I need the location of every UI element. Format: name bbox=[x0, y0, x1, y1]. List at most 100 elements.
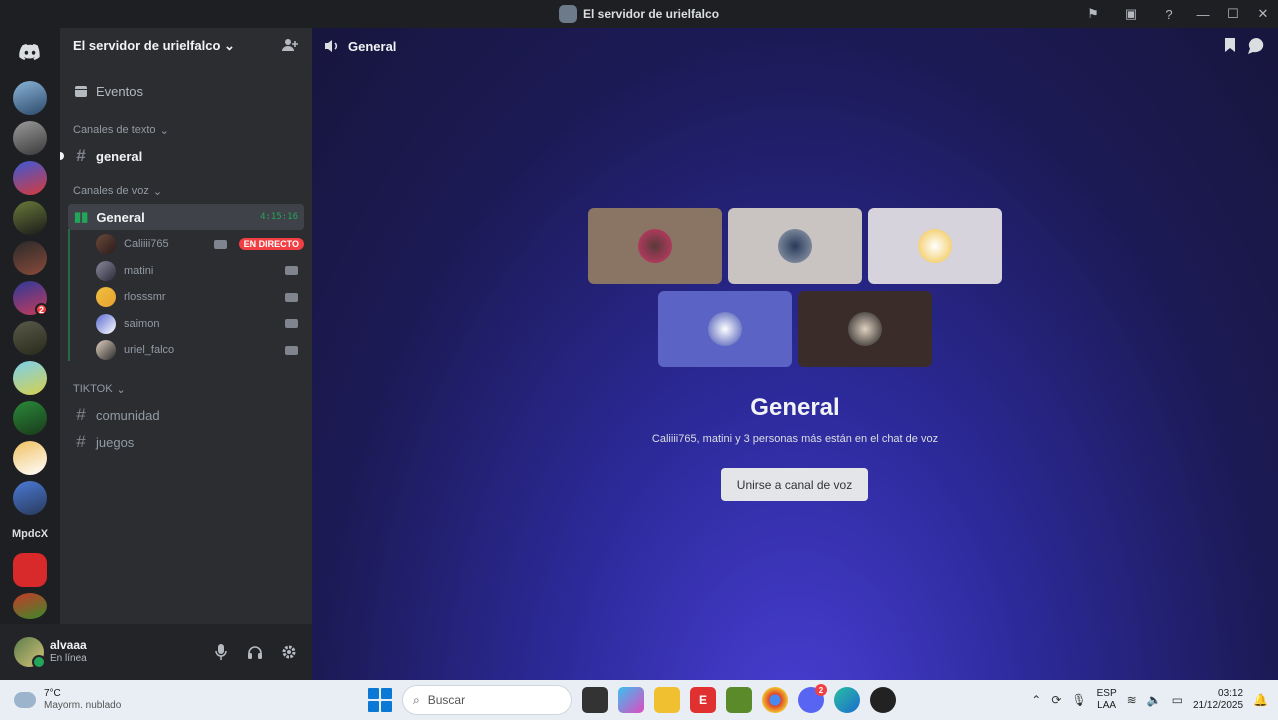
guild-icon-4[interactable] bbox=[13, 201, 47, 235]
voice-user-name: saimon bbox=[124, 317, 160, 330]
guild-icon-6[interactable]: 2 bbox=[13, 281, 48, 316]
participant-tile[interactable] bbox=[798, 291, 932, 367]
avatar bbox=[918, 229, 952, 263]
office-icon[interactable]: E bbox=[690, 687, 716, 713]
screen-share-icon[interactable]: ▣ bbox=[1112, 0, 1150, 28]
discord-home-button[interactable] bbox=[10, 34, 50, 70]
voice-user[interactable]: saimon bbox=[68, 311, 304, 337]
channel-comunidad[interactable]: # comunidad bbox=[68, 402, 304, 428]
notification-badge: 2 bbox=[815, 684, 827, 696]
guild-icon-3[interactable] bbox=[13, 161, 47, 195]
voice-user[interactable]: uriel_falco bbox=[68, 337, 304, 363]
voice-user[interactable]: matini bbox=[68, 258, 304, 284]
hash-icon: # bbox=[76, 405, 86, 424]
weather-temp: 7°C bbox=[44, 688, 61, 699]
taskbar-search[interactable]: ⌕ Buscar bbox=[402, 685, 572, 715]
notification-bell-icon[interactable]: 🔔 bbox=[1253, 693, 1268, 707]
windows-start-button[interactable] bbox=[368, 688, 392, 712]
category-voice[interactable]: Canales de voz ⌄ bbox=[60, 179, 312, 203]
channel-header: General bbox=[312, 28, 1278, 64]
guild-icon-13[interactable] bbox=[13, 593, 47, 619]
file-explorer-icon[interactable] bbox=[654, 687, 680, 713]
close-button[interactable]: ✕ bbox=[1248, 0, 1278, 28]
participant-tile[interactable] bbox=[728, 208, 862, 284]
wifi-icon[interactable]: ≋ bbox=[1127, 693, 1137, 707]
window-title: El servidor de urielfalco bbox=[558, 5, 719, 23]
avatar bbox=[96, 260, 116, 281]
guild-icon-10[interactable] bbox=[13, 441, 47, 475]
guild-icon-12[interactable] bbox=[13, 553, 47, 587]
headphones-icon[interactable] bbox=[240, 637, 270, 667]
participant-tile[interactable] bbox=[658, 291, 792, 367]
maximize-button[interactable]: ☐ bbox=[1218, 0, 1248, 28]
join-voice-button[interactable]: Unirse a canal de voz bbox=[721, 468, 868, 501]
guild-icon-8[interactable] bbox=[13, 361, 47, 395]
camera-icon bbox=[285, 345, 298, 355]
category-text-label: Canales de texto bbox=[73, 124, 156, 136]
guild-icon-9[interactable] bbox=[13, 401, 47, 435]
avatar bbox=[708, 312, 742, 346]
copilot-icon[interactable] bbox=[618, 687, 644, 713]
participant-tile[interactable] bbox=[588, 208, 722, 284]
volume-icon[interactable]: 🔈 bbox=[1147, 693, 1162, 707]
guild-icon-5[interactable] bbox=[13, 241, 47, 275]
participant-tile[interactable] bbox=[868, 208, 1002, 284]
chrome-icon[interactable] bbox=[762, 687, 788, 713]
guild-icon-1[interactable] bbox=[13, 81, 47, 115]
edge-icon[interactable] bbox=[834, 687, 860, 713]
voice-user[interactable]: rlosssmr bbox=[68, 284, 304, 310]
clock-time: 03:12 bbox=[1218, 687, 1244, 699]
camera-icon bbox=[285, 319, 298, 328]
channel-juegos[interactable]: # juegos bbox=[68, 429, 304, 455]
category-text[interactable]: Canales de texto ⌄ bbox=[60, 118, 312, 142]
discord-taskbar-icon[interactable]: 2 bbox=[798, 684, 827, 713]
chevron-up-icon[interactable]: ⌃ bbox=[1031, 693, 1041, 707]
voice-channel-general[interactable]: ▮▮ General 4:15:16 bbox=[68, 204, 304, 230]
microphone-icon[interactable] bbox=[206, 637, 236, 667]
window-titlebar: El servidor de urielfalco ⚑ ▣ ? — ☐ ✕ bbox=[0, 0, 1278, 28]
voice-users-list: Caliiii765 EN DIRECTO matini rlosssmr sa… bbox=[68, 229, 312, 363]
sync-icon[interactable]: ⟳ bbox=[1051, 693, 1061, 707]
task-view-icon[interactable] bbox=[582, 687, 608, 713]
media-app-icon[interactable] bbox=[870, 687, 896, 713]
lang-top: ESP bbox=[1096, 687, 1117, 699]
system-tray: ⌃ ⟳ 🎙 ESP LAA ≋ 🔈 ▭ 03:12 21/12/2025 🔔 bbox=[1031, 680, 1268, 720]
help-icon[interactable]: ? bbox=[1150, 0, 1188, 28]
events-item[interactable]: Eventos bbox=[68, 74, 304, 108]
channel-name: juegos bbox=[96, 434, 135, 450]
user-avatar[interactable] bbox=[14, 637, 46, 669]
events-label: Eventos bbox=[96, 83, 143, 99]
bookmark-icon[interactable] bbox=[1224, 38, 1236, 52]
channel-general-text[interactable]: # general bbox=[60, 143, 304, 169]
mic-tray-icon[interactable]: 🎙 bbox=[1071, 693, 1086, 707]
voice-user-name: matini bbox=[124, 264, 154, 277]
weather-widget[interactable]: 7°C Mayorm. nublado bbox=[0, 688, 180, 712]
guild-icon-11[interactable] bbox=[13, 481, 47, 515]
add-person-icon[interactable] bbox=[282, 38, 298, 55]
guild-icon-2[interactable] bbox=[13, 121, 47, 155]
gear-icon[interactable] bbox=[274, 637, 304, 667]
voice-channel-subtitle: Caliiii765, matini y 3 personas más está… bbox=[651, 433, 939, 445]
voice-wave-icon: ▮▮ bbox=[74, 209, 89, 224]
minecraft-icon[interactable] bbox=[726, 687, 752, 713]
battery-icon[interactable]: ▭ bbox=[1172, 693, 1183, 707]
clock[interactable]: 03:12 21/12/2025 bbox=[1193, 688, 1243, 713]
cloud-icon bbox=[14, 692, 36, 708]
channel-sidebar: El servidor de urielfalco ⌄ Eventos Cana… bbox=[60, 28, 312, 680]
guild-icon-7[interactable] bbox=[13, 321, 47, 355]
avatar bbox=[778, 229, 812, 263]
minimize-button[interactable]: — bbox=[1188, 0, 1218, 28]
chat-bubble-icon[interactable] bbox=[1248, 38, 1266, 54]
category-tiktok[interactable]: TIKTOK ⌄ bbox=[60, 377, 312, 401]
language-indicator[interactable]: ESP LAA bbox=[1097, 688, 1117, 713]
camera-icon bbox=[213, 239, 227, 249]
avatar bbox=[96, 340, 116, 360]
guild-text-icon[interactable]: MpdcX bbox=[12, 528, 48, 540]
flag-icon[interactable]: ⚑ bbox=[1074, 0, 1112, 28]
voice-user[interactable]: Caliiii765 EN DIRECTO bbox=[68, 231, 304, 257]
hash-icon: # bbox=[76, 146, 86, 165]
search-placeholder: Buscar bbox=[427, 693, 466, 707]
chevron-down-icon: ⌄ bbox=[116, 383, 126, 396]
server-header[interactable]: El servidor de urielfalco ⌄ bbox=[60, 28, 312, 64]
user-status: En línea bbox=[50, 653, 87, 665]
